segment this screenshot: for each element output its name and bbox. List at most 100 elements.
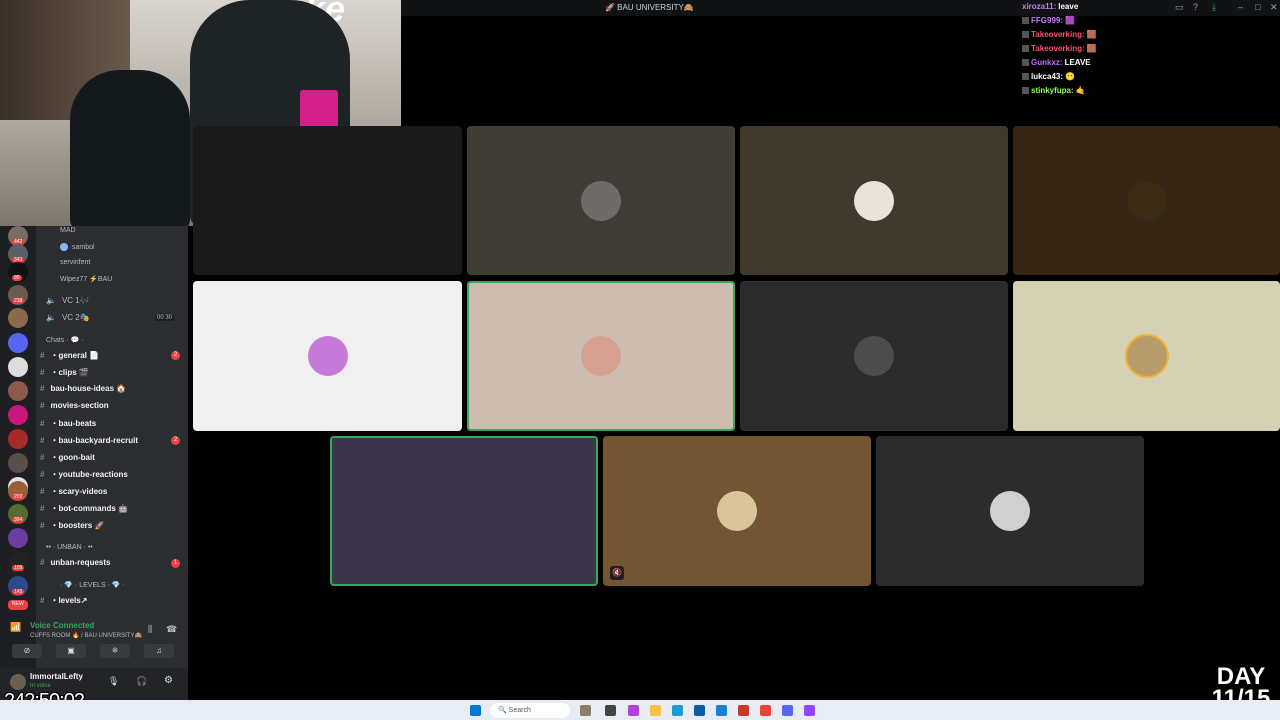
soundboard-button[interactable]: ♫ xyxy=(144,644,174,658)
video-tile[interactable] xyxy=(193,281,462,431)
video-tile[interactable] xyxy=(876,436,1144,586)
text-channel[interactable]: # bau-house-ideas 🏠 xyxy=(40,384,126,398)
hash-icon: # xyxy=(40,470,45,479)
voice-member[interactable]: sambol xyxy=(60,243,95,257)
video-tile[interactable] xyxy=(1013,126,1280,275)
windows-start-icon[interactable] xyxy=(470,705,481,716)
video-tile[interactable]: 🔇 xyxy=(603,436,871,586)
mic-icon[interactable]: 🎙 xyxy=(108,676,119,687)
badge-icon xyxy=(1022,31,1029,39)
text-channel[interactable]: # ・bau-beats xyxy=(40,418,96,432)
download-icon[interactable]: ⤓ xyxy=(1212,2,1216,13)
hash-icon: # xyxy=(40,401,45,410)
voice-actions: ⊘ ▣ ⁜ ♫ xyxy=(8,644,183,660)
text-channel[interactable]: # ・bot-commands 🤖 xyxy=(40,503,128,517)
hash-icon: # xyxy=(40,558,45,567)
chrome-icon[interactable] xyxy=(760,705,771,716)
channel-levels[interactable]: # ・levels↗ xyxy=(40,595,87,609)
taskbar-search[interactable]: 🔍 Search xyxy=(490,703,570,718)
unread-badge: 2 xyxy=(171,436,180,445)
category-levels[interactable]: · 💎 · LEVELS · 💎 · xyxy=(60,581,125,595)
noise-suppression-icon[interactable]: ⫼ xyxy=(148,624,152,635)
text-channel[interactable]: # ・clips 🎬 xyxy=(40,367,89,381)
maximize-button[interactable]: □ xyxy=(1255,2,1260,12)
minimize-button[interactable]: – xyxy=(1238,2,1243,12)
server-icon[interactable] xyxy=(8,357,28,377)
video-tile[interactable] xyxy=(193,126,462,275)
help-icon[interactable]: ? xyxy=(1193,2,1198,12)
voice-channel-vc1[interactable]: 🔈 VC 1🎶 xyxy=(46,296,90,310)
text-channel[interactable]: # ・goon-bait xyxy=(40,452,95,466)
server-icon[interactable]: 109 xyxy=(8,552,28,572)
hash-icon: # xyxy=(40,504,45,513)
text-channel[interactable]: # ・bau-backyard-recruit xyxy=(40,435,138,449)
app-icon[interactable] xyxy=(738,705,749,716)
voice-member[interactable]: servinfent xyxy=(60,259,90,273)
server-icon[interactable] xyxy=(8,528,28,548)
video-tile-speaking[interactable] xyxy=(330,436,598,586)
text-channel[interactable]: # ・boosters 🚀 xyxy=(40,520,104,534)
chat-username: FFG999: xyxy=(1031,16,1064,25)
text-channel[interactable]: # movies-section xyxy=(40,401,109,415)
store-icon[interactable] xyxy=(694,705,705,716)
badge-icon xyxy=(1022,73,1029,81)
server-icon[interactable]: 218 xyxy=(8,285,28,305)
window-titlebar xyxy=(400,0,1280,16)
camera-off-button[interactable]: ⊘ xyxy=(12,644,42,658)
server-icon[interactable] xyxy=(8,453,28,473)
server-icon[interactable]: 143 xyxy=(8,576,28,596)
inbox-icon[interactable]: ▭ xyxy=(1175,2,1184,13)
user-avatar[interactable] xyxy=(10,674,26,690)
video-tile[interactable] xyxy=(1013,281,1280,431)
server-icon[interactable]: 442 xyxy=(8,226,28,246)
headphones-icon[interactable]: 🎧 xyxy=(136,676,147,687)
chat-text: LEAVE xyxy=(1064,58,1091,67)
search-icon: 🔍 xyxy=(498,707,509,714)
video-tile-speaking[interactable] xyxy=(467,281,735,431)
participant-avatar xyxy=(307,336,348,376)
activities-button[interactable]: ⁜ xyxy=(100,644,130,658)
file-explorer-icon[interactable] xyxy=(650,705,661,716)
app-icon[interactable] xyxy=(716,705,727,716)
server-icon[interactable] xyxy=(8,429,28,449)
server-icon[interactable] xyxy=(8,405,28,425)
edge-icon[interactable] xyxy=(672,705,683,716)
server-icon[interactable] xyxy=(8,308,28,328)
hash-icon: # xyxy=(40,453,45,462)
video-tile[interactable] xyxy=(467,126,735,275)
discord-icon[interactable] xyxy=(782,705,793,716)
video-tile[interactable] xyxy=(740,281,1008,431)
disconnect-icon[interactable]: ☎ xyxy=(166,624,177,635)
copilot-icon[interactable] xyxy=(628,705,639,716)
server-icon[interactable] xyxy=(8,333,28,353)
settings-gear-icon[interactable]: ⚙ xyxy=(164,675,173,686)
server-icon[interactable]: 343 xyxy=(8,244,28,264)
screen-share-button[interactable]: ▣ xyxy=(56,644,86,658)
server-icon[interactable]: 90 xyxy=(8,262,28,282)
server-icon[interactable] xyxy=(8,381,28,401)
text-channel[interactable]: # ・scary-videos xyxy=(40,486,107,500)
twitch-icon[interactable] xyxy=(804,705,815,716)
category-unban[interactable]: •• · UNBAN · •• xyxy=(46,544,93,558)
chat-username: lukca43: xyxy=(1031,72,1064,81)
server-icon[interactable]: 394 xyxy=(8,504,28,524)
chat-message: lukca43: 😶 xyxy=(1022,72,1075,81)
hash-icon: # xyxy=(40,351,45,360)
webcam-person-seated xyxy=(70,70,190,226)
voice-member[interactable]: MAD xyxy=(60,227,76,241)
participant-avatar xyxy=(717,491,757,531)
channel-label: bau-house-ideas 🏠 xyxy=(50,384,127,393)
task-view-icon[interactable] xyxy=(605,705,616,716)
voice-channel-vc2[interactable]: 🔈 VC 2🎭 xyxy=(46,313,90,327)
text-channel[interactable]: # ・youtube-reactions xyxy=(40,469,128,483)
widgets-icon[interactable] xyxy=(580,705,591,716)
avatar xyxy=(60,243,68,251)
category-chats[interactable]: Chats · 💬 · xyxy=(46,336,84,350)
channel-unban-requests[interactable]: # unban-requests xyxy=(40,558,110,572)
voice-member[interactable]: Wipez77 ⚡BAU xyxy=(60,275,112,289)
video-tile[interactable] xyxy=(740,126,1008,275)
text-channel[interactable]: # ・general 📄 xyxy=(40,350,99,364)
voice-room[interactable]: CUFFS ROOM 🔥 / BAU UNIVERSITY🙈 xyxy=(30,632,142,639)
server-icon[interactable]: 202 xyxy=(8,481,28,501)
close-button[interactable]: ✕ xyxy=(1270,2,1278,13)
